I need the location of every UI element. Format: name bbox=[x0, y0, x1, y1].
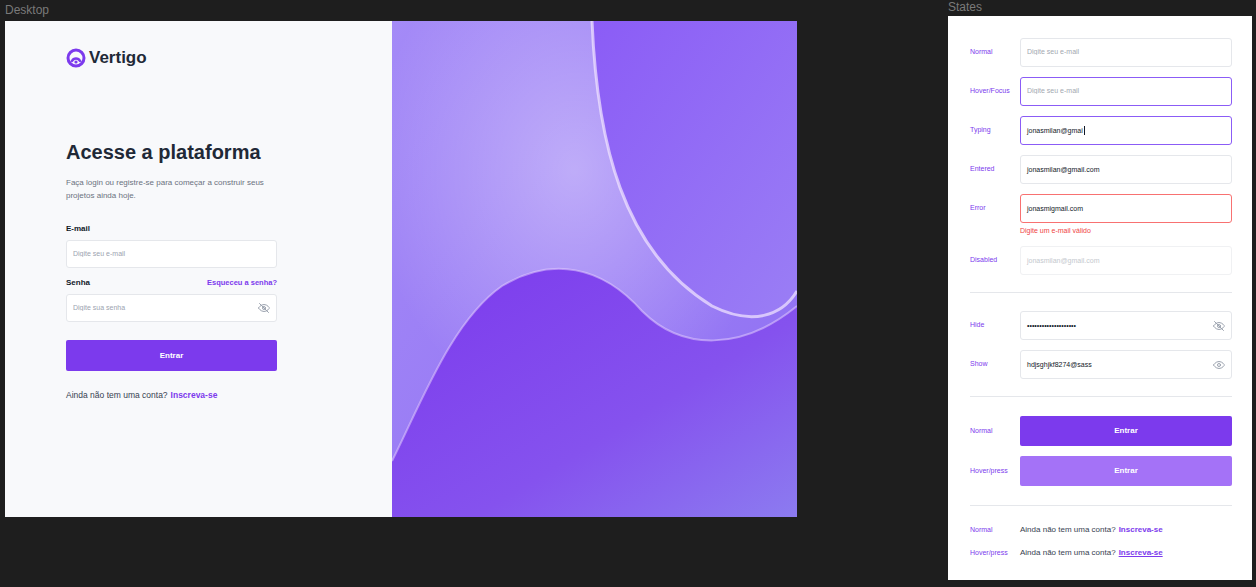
brand: Vertigo bbox=[66, 48, 392, 68]
submit-button[interactable]: Entrar bbox=[66, 340, 277, 371]
email-field: jonasmilan@gmai bbox=[1020, 116, 1232, 145]
email-value[interactable]: jonasmilan@gmai bbox=[1027, 126, 1083, 136]
signup-link[interactable]: Inscreva-se bbox=[1119, 523, 1163, 537]
button-states: Normal Entrar Hover/press Entrar bbox=[970, 416, 1232, 486]
field-column: jonasmilan@gmail.com bbox=[1020, 155, 1232, 184]
signup-link[interactable]: Inscreva-se bbox=[1119, 546, 1163, 560]
state-label: Normal bbox=[970, 523, 1020, 537]
state-row: Disabled jonasmilan@gmail.com bbox=[970, 246, 1232, 275]
state-label: Hover/press bbox=[970, 546, 1020, 560]
divider bbox=[970, 396, 1232, 397]
state-row: Hide •••••••••••••••••••• bbox=[970, 311, 1232, 340]
signup-prompt: Ainda não tem uma conta? bbox=[1020, 523, 1116, 537]
login-panel: Vertigo Acesse a plataforma Faça login o… bbox=[5, 21, 392, 517]
password-field: •••••••••••••••••••• bbox=[1020, 311, 1232, 340]
eye-icon[interactable] bbox=[1213, 359, 1225, 371]
state-row: NormalAinda não tem uma conta?Inscreva-s… bbox=[970, 523, 1232, 537]
email-field bbox=[1020, 77, 1232, 106]
email-field bbox=[1020, 38, 1232, 67]
email-label: E-mail bbox=[66, 223, 392, 235]
states-frame: Normal Hover/Focus Typing jonasmilan@gmai En… bbox=[948, 16, 1252, 580]
divider bbox=[970, 292, 1232, 293]
state-label: Hide bbox=[970, 311, 1020, 340]
signup-link[interactable]: Inscreva-se bbox=[171, 388, 218, 402]
email-states: Normal Hover/Focus Typing jonasmilan@gmai En… bbox=[970, 38, 1232, 275]
brand-name: Vertigo bbox=[89, 48, 147, 68]
desktop-frame: Vertigo Acesse a plataforma Faça login o… bbox=[5, 21, 797, 517]
eye-off-icon[interactable] bbox=[258, 302, 270, 314]
email-input[interactable] bbox=[1027, 86, 1225, 97]
password-field bbox=[66, 294, 277, 322]
state-row: Show hdjsghjkf8274@sass bbox=[970, 350, 1232, 379]
state-row: Normal Entrar bbox=[970, 416, 1232, 446]
error-message: Digite um e-mail válido bbox=[1020, 226, 1232, 236]
logo-icon bbox=[66, 48, 86, 68]
email-value[interactable]: jonasmilan@gmail.com bbox=[1027, 165, 1099, 175]
signup-row: Ainda não tem uma conta? Inscreva-se bbox=[66, 388, 392, 402]
password-label-row: Senha Esqueceu a senha? bbox=[66, 277, 277, 289]
state-row: Entered jonasmilan@gmail.com bbox=[970, 155, 1232, 184]
password-field: hdjsghjkf8274@sass bbox=[1020, 350, 1232, 379]
state-label: Normal bbox=[970, 417, 1020, 446]
state-row: Hover/Focus bbox=[970, 77, 1232, 106]
email-input[interactable] bbox=[1027, 47, 1225, 58]
button-label: Entrar bbox=[1114, 426, 1138, 435]
email-value[interactable]: jonasmilan@gmail.com bbox=[1027, 256, 1099, 266]
signup-row: Ainda não tem uma conta?Inscreva-se bbox=[1020, 546, 1163, 560]
signup-prompt: Ainda não tem uma conta? bbox=[1020, 546, 1116, 560]
state-label: Hover/Focus bbox=[970, 77, 1020, 106]
state-label: Error bbox=[970, 194, 1020, 223]
state-label: Show bbox=[970, 350, 1020, 379]
forgot-password-link[interactable]: Esqueceu a senha? bbox=[207, 277, 277, 289]
eye-off-icon[interactable] bbox=[1213, 320, 1225, 332]
submit-button[interactable]: Entrar bbox=[1020, 456, 1232, 486]
abstract-waves-icon bbox=[392, 21, 797, 517]
divider bbox=[970, 505, 1232, 506]
password-input[interactable] bbox=[73, 303, 254, 314]
state-row: Hover/pressAinda não tem uma conta?Inscr… bbox=[970, 546, 1232, 560]
figma-canvas: Desktop States Vertigo Acesse a platafor… bbox=[0, 0, 1256, 587]
state-label: Typing bbox=[970, 116, 1020, 145]
subtitle: Faça login ou registre-se para começar a… bbox=[66, 176, 281, 202]
hero-art bbox=[392, 21, 797, 517]
submit-button[interactable]: Entrar bbox=[1020, 416, 1232, 446]
state-row: Normal bbox=[970, 38, 1232, 67]
text-caret bbox=[1084, 126, 1085, 135]
frame-label: Desktop bbox=[5, 2, 49, 18]
page-heading: Acesse a plataforma bbox=[66, 138, 392, 166]
signup-prompt: Ainda não tem uma conta? bbox=[66, 388, 168, 402]
email-field bbox=[66, 240, 277, 268]
field-column: jonasmilan@gmai bbox=[1020, 116, 1232, 145]
field-column bbox=[1020, 38, 1232, 67]
state-label: Disabled bbox=[970, 246, 1020, 275]
email-field: jonasmilan@gmail.com bbox=[1020, 246, 1232, 275]
signup-row: Ainda não tem uma conta?Inscreva-se bbox=[1020, 523, 1163, 537]
state-label: Normal bbox=[970, 38, 1020, 67]
state-label: Hover/press bbox=[970, 457, 1020, 486]
state-row: Error jonasmigmail.com Digite um e-mail vá… bbox=[970, 194, 1232, 236]
email-input[interactable] bbox=[73, 249, 270, 260]
field-column: jonasmigmail.com Digite um e-mail válido bbox=[1020, 194, 1232, 236]
email-field: jonasmigmail.com bbox=[1020, 194, 1232, 223]
password-states: Hide •••••••••••••••••••• Show hdjsghjkf827… bbox=[970, 311, 1232, 379]
state-row: Typing jonasmilan@gmai bbox=[970, 116, 1232, 145]
email-value[interactable]: jonasmigmail.com bbox=[1027, 204, 1083, 214]
password-label: Senha bbox=[66, 277, 90, 289]
link-states: NormalAinda não tem uma conta?Inscreva-s… bbox=[970, 523, 1232, 560]
field-column: jonasmilan@gmail.com bbox=[1020, 246, 1232, 275]
frame-label: States bbox=[948, 0, 982, 14]
state-row: Hover/press Entrar bbox=[970, 456, 1232, 486]
password-value[interactable]: hdjsghjkf8274@sass bbox=[1027, 360, 1209, 370]
password-value[interactable]: •••••••••••••••••••• bbox=[1027, 321, 1209, 331]
field-column bbox=[1020, 77, 1232, 106]
state-label: Entered bbox=[970, 155, 1020, 184]
email-field: jonasmilan@gmail.com bbox=[1020, 155, 1232, 184]
button-label: Entrar bbox=[1114, 466, 1138, 475]
